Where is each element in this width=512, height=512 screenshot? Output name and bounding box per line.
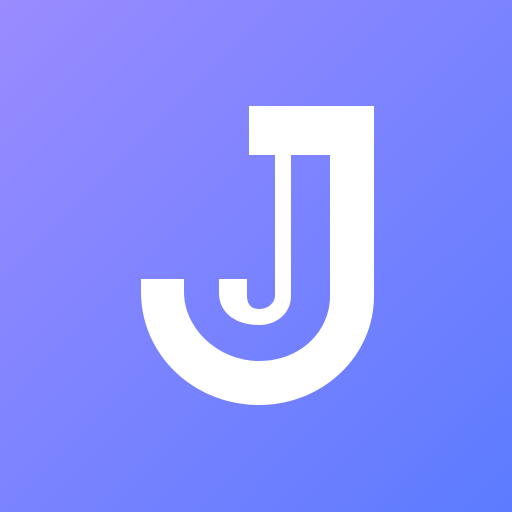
j-logo-icon bbox=[0, 0, 512, 512]
app-icon bbox=[0, 0, 512, 512]
icon-background bbox=[0, 0, 512, 512]
